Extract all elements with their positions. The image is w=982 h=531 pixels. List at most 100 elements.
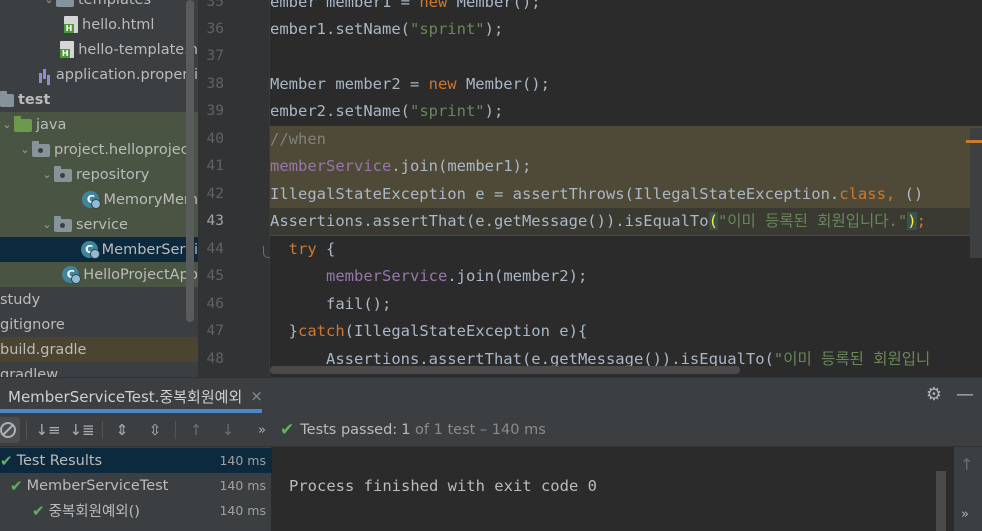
line-number: 37 — [206, 48, 224, 64]
test-status: ✔ Tests passed: 1 of 1 test – 140 ms — [280, 420, 546, 440]
editor-gutter: 35 36 37 38 39 40 41 42 43 44 45 46 47 4… — [198, 0, 270, 377]
check-icon: ✔ — [280, 420, 295, 440]
code-token: memberService — [270, 157, 392, 175]
code-line[interactable]: ember member1 = new Member(); — [270, 0, 541, 16]
code-token: "sprint" — [409, 20, 485, 38]
code-line[interactable]: ember1.setName("sprint"); — [270, 16, 503, 43]
project-tree[interactable]: ⌄templates hello.html hello-template.h a… — [0, 0, 198, 377]
code-line[interactable]: //when — [270, 126, 326, 153]
tree-item-project-helloproject[interactable]: ⌄ project.helloproject — [0, 137, 198, 162]
code-line[interactable]: Member member2 = new Member(); — [270, 71, 550, 98]
line-number: 39 — [206, 103, 224, 119]
chevron-down-icon[interactable]: ⌄ — [40, 218, 54, 231]
test-result-row[interactable]: ✔ Test Results 140 ms — [0, 448, 272, 473]
stop-icon[interactable] — [0, 417, 20, 443]
code-line[interactable]: }catch(IllegalStateException e){ — [270, 318, 588, 345]
code-token: .join(member1); — [391, 157, 532, 175]
code-token: Member member2 = — [270, 75, 429, 93]
console-scrollbar[interactable] — [936, 471, 946, 531]
tree-item-repository[interactable]: ⌄ repository — [0, 162, 198, 187]
chevron-down-icon[interactable]: ⌄ — [0, 118, 14, 131]
more-icon[interactable]: » — [961, 507, 969, 522]
code-line[interactable]: memberService.join(member1); — [270, 153, 531, 180]
tree-item-hello-project-app[interactable]: C HelloProjectApp — [0, 262, 198, 287]
package-icon — [54, 216, 72, 232]
code-token: } — [270, 322, 298, 340]
tree-item-memory-member[interactable]: C MemoryMem — [0, 187, 198, 212]
tree-item-gitignore[interactable]: gitignore — [0, 312, 198, 337]
tree-scrollbar[interactable] — [186, 0, 194, 322]
collapse-all-icon[interactable]: ⇳ — [143, 417, 167, 443]
line-number: 41 — [206, 158, 224, 174]
test-source-folder-icon — [14, 116, 32, 132]
run-toolbar: ↓≡ ↓≣ ⇕ ⇳ ↑ ↓ » ✔ Tests passed: 1 of 1 t… — [0, 413, 982, 447]
code-token: ember1.setName( — [270, 20, 410, 38]
code-token: , — [885, 185, 905, 203]
code-token: (IllegalStateException e){ — [344, 322, 588, 340]
code-token: ember member1 = — [270, 0, 420, 11]
scroll-up-icon[interactable]: ↑ — [960, 455, 973, 474]
warning-marker[interactable] — [966, 140, 982, 143]
code-line[interactable]: ember2.setName("sprint"); — [270, 98, 503, 125]
sort-by-duration-icon[interactable]: ↓≣ — [69, 417, 94, 443]
test-result-row[interactable]: ✔ 중복회원예외() 140 ms — [0, 498, 272, 523]
line-number: 36 — [206, 21, 224, 37]
code-editor[interactable]: ember member1 = new Member(); ember1.setN… — [270, 0, 982, 377]
sort-alphabetically-icon[interactable]: ↓≡ — [35, 417, 60, 443]
tree-item-java[interactable]: ⌄ java — [0, 112, 198, 137]
code-line[interactable]: IllegalStateException e = assertThrows(I… — [270, 181, 923, 208]
test-results-tree[interactable]: ✔ Test Results 140 ms ✔ MemberServiceTes… — [0, 447, 272, 531]
code-line[interactable]: fail(); — [270, 291, 391, 318]
tree-item-templates[interactable]: ⌄templates — [0, 0, 198, 12]
code-token: new — [428, 75, 466, 93]
chevron-down-icon[interactable]: ⌄ — [40, 168, 54, 181]
check-icon: ✔ — [10, 476, 23, 495]
line-number: 46 — [206, 296, 224, 312]
code-token: fail(); — [270, 295, 392, 313]
check-icon: ✔ — [32, 501, 45, 520]
line-number: 40 — [206, 131, 224, 147]
console-output[interactable]: Process finished with exit code 0 ↑ » — [272, 447, 982, 531]
code-token: new — [419, 0, 457, 11]
code-line[interactable]: try { — [270, 236, 336, 263]
console-text: Process finished with exit code 0 — [289, 477, 597, 495]
code-token: ); — [484, 20, 504, 38]
line-number: 48 — [206, 351, 224, 367]
code-token: ember2.setName( — [270, 102, 410, 120]
tree-item-hello-template[interactable]: hello-template.h — [0, 37, 198, 62]
code-line[interactable]: Assertions.assertThat(e.getMessage()).is… — [270, 208, 982, 235]
java-class-icon: C — [62, 266, 82, 284]
code-token: { — [326, 240, 336, 258]
editor-horizontal-scrollbar[interactable] — [270, 366, 740, 374]
next-failed-icon[interactable]: ↓ — [216, 417, 240, 443]
html-file-icon — [64, 16, 78, 33]
chevron-down-icon[interactable]: ⌄ — [42, 0, 56, 6]
code-token: Member(); — [465, 75, 550, 93]
tree-item-service[interactable]: ⌄ service — [0, 212, 198, 237]
tree-item-gradlew[interactable]: gradlew — [0, 362, 198, 378]
chevron-down-icon[interactable]: ⌄ — [18, 143, 32, 156]
tree-item-study[interactable]: study — [0, 287, 198, 312]
code-token: IllegalStateException e = assertThrows(I… — [270, 185, 840, 203]
tree-item-hello-html[interactable]: hello.html — [0, 12, 198, 37]
tree-item-build-gradle[interactable]: build.gradle — [0, 337, 198, 362]
test-result-row[interactable]: ✔ MemberServiceTest 140 ms — [0, 473, 272, 498]
code-token: "이미 등록된 회원입니 — [773, 350, 931, 368]
code-token: () — [904, 185, 924, 203]
tree-item-test[interactable]: test — [0, 87, 198, 112]
minimize-icon[interactable]: — — [956, 384, 974, 405]
tree-item-application-properties[interactable]: application.properti — [0, 62, 198, 87]
gear-icon[interactable]: ⚙ — [926, 384, 942, 405]
code-line[interactable]: memberService.join(member2); — [270, 263, 587, 290]
code-token: //when — [270, 130, 326, 148]
line-number-current: 43 — [206, 213, 224, 229]
tree-item-member-service-test[interactable]: C MemberServi — [0, 237, 198, 262]
expand-all-icon[interactable]: ⇕ — [110, 417, 134, 443]
html-file-icon — [60, 41, 75, 58]
more-icon[interactable]: » — [250, 417, 274, 443]
close-icon[interactable]: × — [250, 387, 263, 405]
editor-error-stripe — [970, 128, 982, 258]
java-class-icon: C — [82, 191, 102, 209]
previous-failed-icon[interactable]: ↑ — [184, 417, 208, 443]
